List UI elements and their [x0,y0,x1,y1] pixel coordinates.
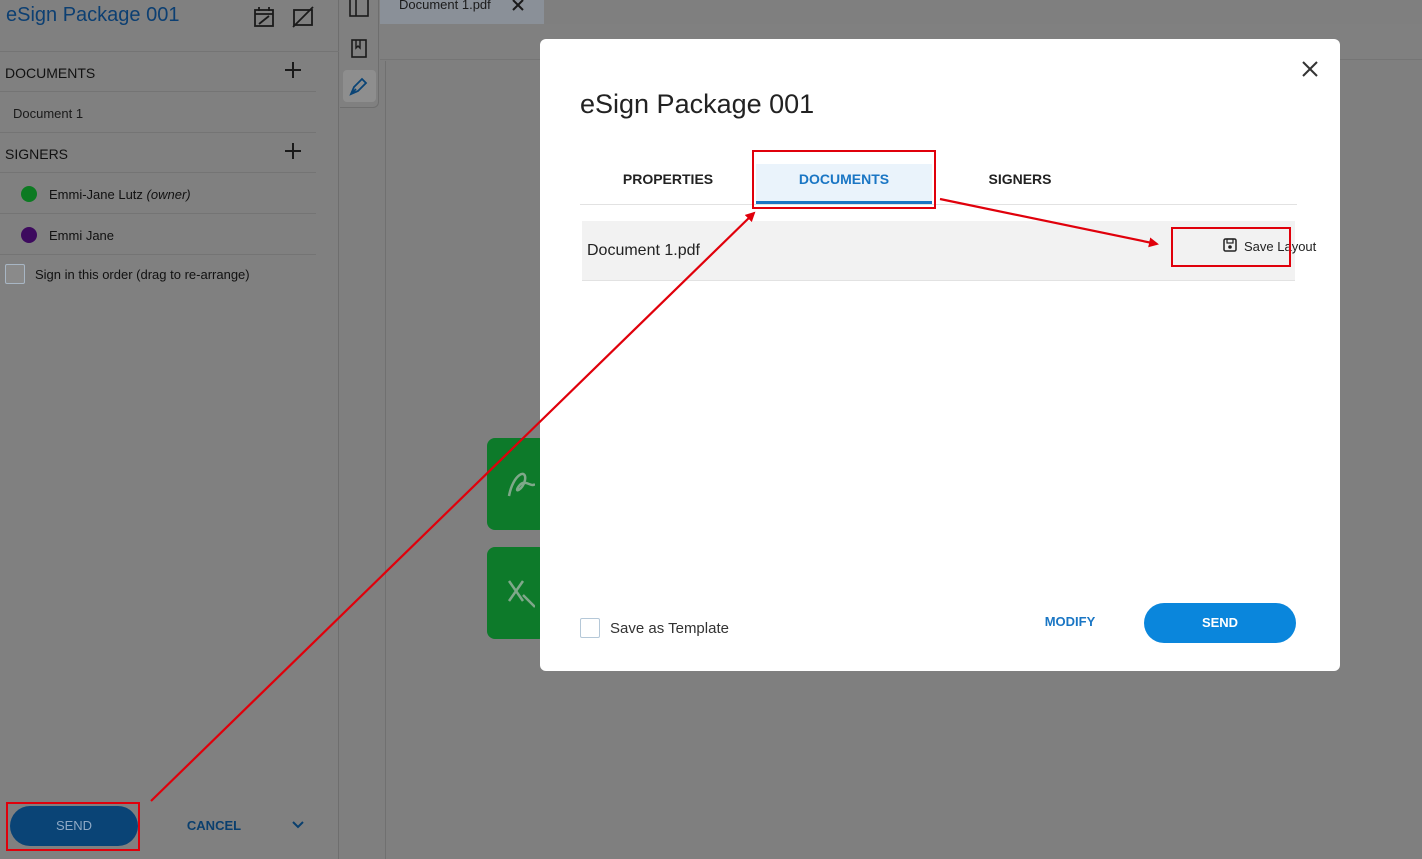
initials-field[interactable] [487,547,547,639]
modify-button[interactable]: MODIFY [1030,614,1110,634]
page-edge [385,61,386,859]
save-layout-label: Save Layout [1244,239,1317,254]
esign-package-dialog: eSign Package 001 PROPERTIES DOCUMENTS S… [540,39,1340,671]
chevron-down-icon[interactable] [290,818,306,832]
signer-color-dot [21,186,37,202]
document-tab-label: Document 1.pdf [399,0,491,12]
bookmark-icon[interactable] [348,37,370,59]
close-icon[interactable] [1300,59,1320,79]
signing-sidebar: eSign Package 001 DOCUMENTS Document 1 S… [0,0,339,859]
signers-section-header: SIGNERS [0,133,316,173]
sidebar-header: eSign Package 001 [0,0,339,52]
signer-color-dot [21,227,37,243]
sign-pen-icon[interactable] [348,75,370,97]
save-template-checkbox[interactable] [580,618,600,638]
sidebar-send-button[interactable]: SEND [10,806,138,846]
signature-field[interactable] [487,438,547,530]
add-document-button[interactable] [284,61,302,79]
document-file-name: Document 1.pdf [587,242,700,259]
send-button[interactable]: SEND [1144,603,1296,643]
signer-name-line: Emmi-Jane Lutz (owner) [49,187,191,202]
signer-role: (owner) [146,187,191,202]
sign-order-label: Sign in this order (drag to re-arrange) [35,267,250,282]
save-template-label: Save as Template [610,620,729,637]
tab-properties[interactable]: PROPERTIES [580,164,756,204]
signer-item[interactable]: Emmi Jane [0,214,316,255]
no-edit-icon[interactable] [292,6,314,28]
tab-signers[interactable]: SIGNERS [932,164,1108,204]
save-layout-button[interactable]: Save Layout [1223,235,1319,259]
edit-calendar-icon[interactable] [253,6,275,28]
sign-order-option: Sign in this order (drag to re-arrange) [0,256,316,292]
documents-header-label: DOCUMENTS [5,65,96,81]
sidebar-cancel-button[interactable]: CANCEL [175,818,253,833]
document-name: Document 1 [13,106,84,121]
sign-order-checkbox[interactable] [5,264,25,284]
package-title: eSign Package 001 [6,4,180,26]
tool-strip [340,0,379,108]
documents-section-header: DOCUMENTS [0,52,316,92]
document-row: Document 1.pdf Save Layout [582,221,1316,281]
initials-icon [507,580,535,608]
sidebar-document-item[interactable]: Document 1 [0,93,316,133]
signer-name: Emmi Jane [49,228,115,243]
document-tab[interactable]: Document 1.pdf [380,0,544,24]
signer-name: Emmi-Jane Lutz [49,187,143,202]
dialog-title: eSign Package 001 [580,89,815,119]
panel-toggle-icon[interactable] [348,0,370,22]
tab-documents[interactable]: DOCUMENTS [756,164,932,204]
signers-header-label: SIGNERS [5,146,69,162]
save-icon [1223,238,1237,252]
signer-item[interactable]: Emmi-Jane Lutz (owner) [0,173,316,214]
close-tab-icon[interactable] [511,0,525,12]
signature-icon [507,472,535,497]
add-signer-button[interactable] [284,142,302,160]
dialog-tabs: PROPERTIES DOCUMENTS SIGNERS [580,164,1297,205]
